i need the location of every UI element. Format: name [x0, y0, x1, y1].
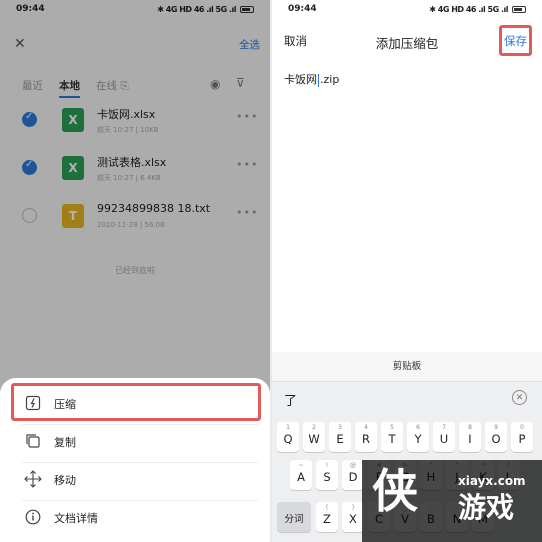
- key-w[interactable]: 2W: [303, 422, 325, 452]
- key-secondary-symbol: 1: [286, 424, 290, 431]
- menu-item-label: 复制: [54, 436, 76, 449]
- key-secondary-symbol: 0: [520, 424, 524, 431]
- key-label: Y: [414, 432, 422, 446]
- key-label: P: [518, 432, 526, 446]
- key-s[interactable]: ! S: [316, 460, 338, 490]
- key-secondary-symbol: @: [350, 462, 356, 469]
- highlight-box: [11, 383, 261, 421]
- file-manager-screen: 09:44 ✱ 4G HD 46 .ıl 5G .ıl ✕ 全选 最近 本地 在…: [0, 0, 270, 542]
- key-label: 分词: [284, 514, 304, 525]
- watermark-glyph: 侠: [372, 464, 418, 518]
- clipboard-button[interactable]: 剪贴板: [272, 352, 542, 382]
- battery-icon: [512, 5, 526, 13]
- key-secondary-symbol: 5: [390, 424, 394, 431]
- key-label: E: [336, 432, 344, 446]
- key-secondary-symbol: !: [325, 462, 329, 469]
- key-o[interactable]: 9O: [485, 422, 507, 452]
- site-watermark: 侠 xiayx.com 游戏: [362, 460, 542, 542]
- key-i[interactable]: 8I: [459, 422, 481, 452]
- input-text-before: 卡饭网: [284, 73, 317, 86]
- key-z[interactable]: (Z: [316, 502, 338, 532]
- text-caret: [318, 73, 319, 87]
- cancel-button[interactable]: 取消: [284, 33, 307, 49]
- key-label: X: [349, 512, 357, 526]
- info-icon: [24, 508, 42, 526]
- archive-name-input[interactable]: 卡饭网 .zip: [284, 71, 339, 87]
- status-icons: ✱ 4G HD 46 .ıl 5G .ıl: [429, 5, 526, 14]
- watermark-domain: xiayx.com: [458, 474, 526, 488]
- key-label: O: [491, 432, 501, 446]
- key-u[interactable]: 7U: [433, 422, 455, 452]
- menu-item-label: 文档详情: [54, 512, 98, 525]
- status-bar: 09:44 ✱ 4G HD 46 .ıl 5G .ıl: [272, 0, 542, 18]
- key-fn[interactable]: 分词: [277, 502, 311, 532]
- key-q[interactable]: 1Q: [277, 422, 299, 452]
- key-e[interactable]: 3E: [329, 422, 351, 452]
- key-t[interactable]: 5T: [381, 422, 403, 452]
- key-label: S: [323, 470, 331, 484]
- key-secondary-symbol: 6: [416, 424, 420, 431]
- key-label: Z: [323, 512, 331, 526]
- key-secondary-symbol: 2: [312, 424, 316, 431]
- status-time: 09:44: [288, 4, 317, 14]
- close-candidates-icon[interactable]: ✕: [512, 390, 527, 405]
- key-label: Q: [283, 432, 293, 446]
- key-x[interactable]: ) X: [342, 502, 364, 532]
- key-label: W: [308, 432, 320, 446]
- key-secondary-symbol: 3: [338, 424, 342, 431]
- key-p[interactable]: 0P: [511, 422, 533, 452]
- screenshot-root: 09:44 ✱ 4G HD 46 .ıl 5G .ıl ✕ 全选 最近 本地 在…: [0, 0, 542, 542]
- key-label: R: [362, 432, 370, 446]
- key-secondary-symbol: 9: [494, 424, 498, 431]
- menu-item-label: 移动: [54, 474, 76, 487]
- key-secondary-symbol: ): [351, 504, 355, 511]
- copy-icon: [24, 432, 42, 450]
- key-d[interactable]: @ D: [342, 460, 364, 490]
- watermark-name: 游戏: [458, 491, 515, 524]
- key-secondary-symbol: (: [325, 504, 329, 511]
- key-label: D: [348, 470, 358, 484]
- key-label: T: [388, 432, 396, 446]
- menu-item-details[interactable]: 文档详情: [0, 500, 270, 534]
- key-r[interactable]: 4R: [355, 422, 377, 452]
- key-a[interactable]: ~ A: [290, 460, 312, 490]
- input-text-after: .zip: [320, 73, 340, 86]
- menu-item-copy[interactable]: 复制: [0, 424, 270, 458]
- key-secondary-symbol: ~: [298, 462, 304, 469]
- key-label: U: [439, 432, 449, 446]
- key-secondary-symbol: 8: [468, 424, 472, 431]
- candidate-word[interactable]: 了: [284, 390, 297, 409]
- key-y[interactable]: 6Y: [407, 422, 429, 452]
- key-secondary-symbol: 7: [442, 424, 446, 431]
- move-icon: [24, 470, 42, 488]
- key-label: I: [468, 432, 472, 446]
- menu-item-move[interactable]: 移动: [0, 462, 270, 496]
- key-label: A: [297, 470, 305, 484]
- key-secondary-symbol: 4: [364, 424, 368, 431]
- highlight-box: [499, 25, 532, 56]
- status-icon-text: ✱ 4G HD 46 .ıl 5G .ıl: [429, 4, 508, 14]
